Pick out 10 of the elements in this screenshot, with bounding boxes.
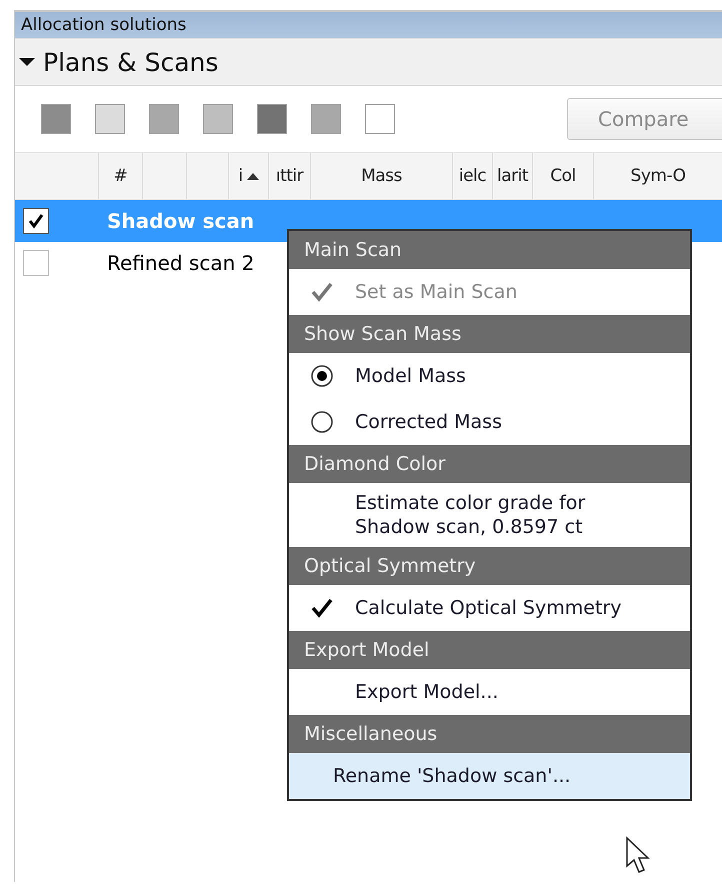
panel-title: Allocation solutions	[15, 12, 722, 38]
menu-section-header: Diamond Color	[289, 445, 690, 483]
menu-section-header: Show Scan Mass	[289, 315, 690, 353]
menu-section-header: Miscellaneous	[289, 715, 690, 753]
scan-name: Refined scan 2	[107, 251, 254, 275]
menu-section-header: Export Model	[289, 631, 690, 669]
menu-section-header: Main Scan	[289, 231, 690, 269]
scan-name: Shadow scan	[107, 209, 254, 233]
section-title: Plans & Scans	[43, 48, 218, 76]
menu-section-header: Optical Symmetry	[289, 547, 690, 585]
